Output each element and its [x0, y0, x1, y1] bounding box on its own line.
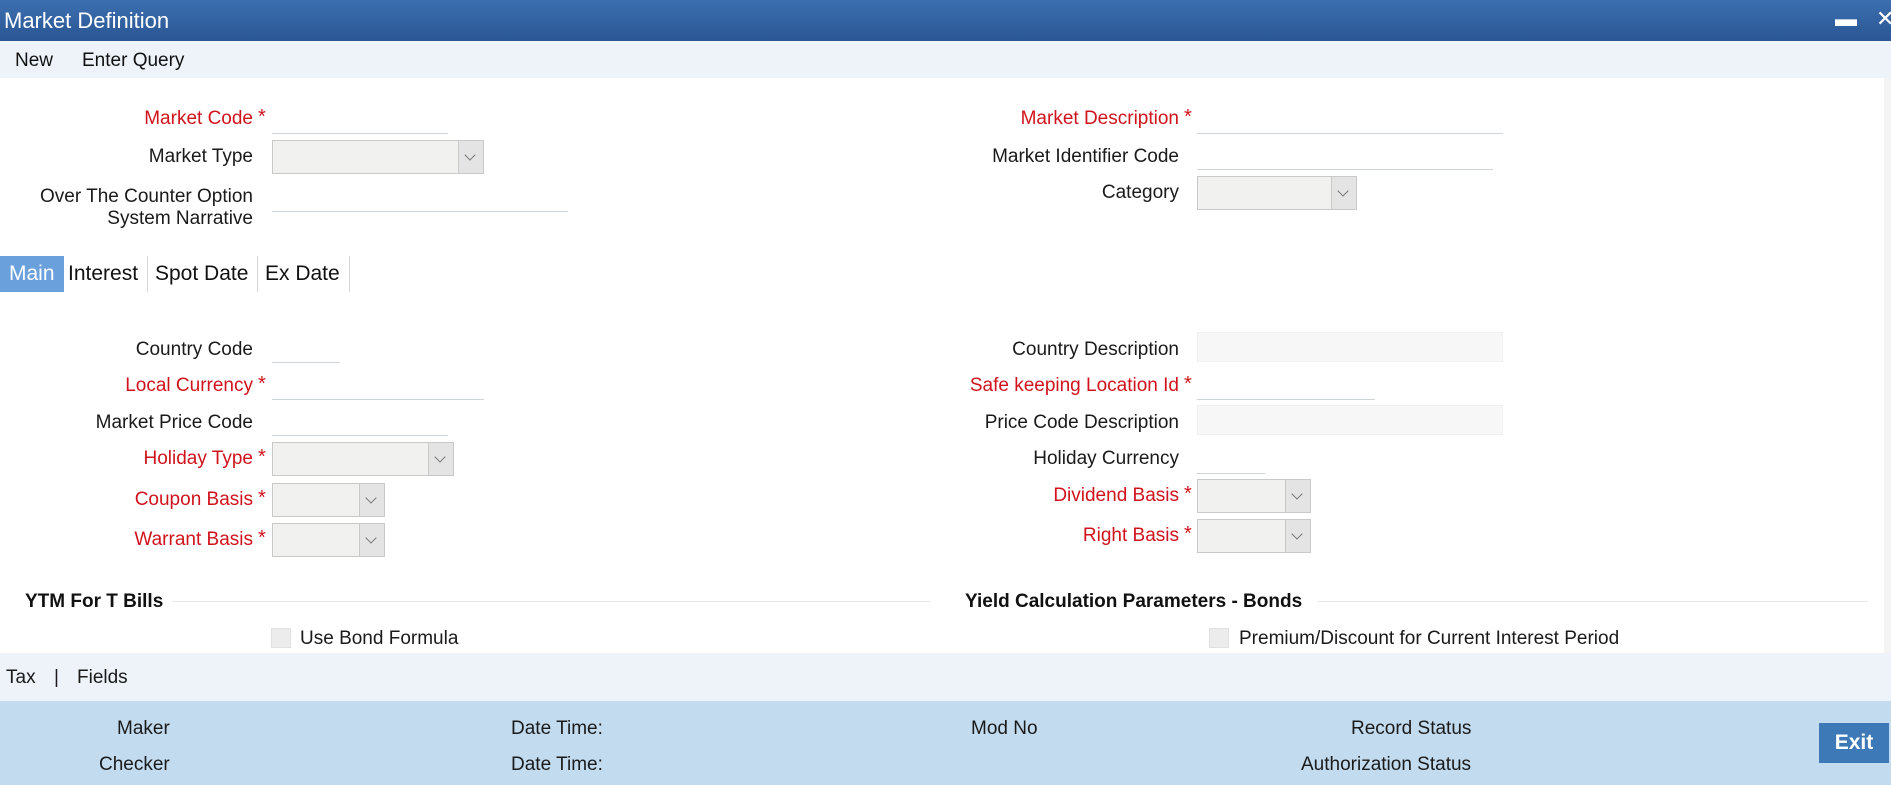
market-identifier-code-input[interactable] [1197, 142, 1493, 170]
premium-discount-checkbox[interactable] [1209, 628, 1229, 648]
holiday-currency-input[interactable] [1197, 446, 1265, 474]
tab-ex-date[interactable]: Ex Date [256, 256, 350, 292]
window-title: Market Definition [4, 8, 170, 33]
required-marker: * [258, 106, 266, 128]
mod-no-label: Mod No [971, 718, 1038, 739]
safekeeping-location-id-label: Safe keeping Location Id [969, 375, 1179, 396]
right-basis-label: Right Basis [1082, 525, 1179, 546]
holiday-type-select[interactable] [272, 442, 454, 476]
title-bar: Market Definition ▬ ✕ [0, 0, 1891, 41]
close-icon[interactable]: ✕ [1876, 6, 1891, 32]
country-code-input[interactable] [272, 335, 340, 363]
warrant-basis-label: Warrant Basis [134, 529, 253, 550]
required-marker: * [1184, 373, 1192, 395]
vertical-scrollbar[interactable] [1884, 78, 1891, 653]
audit-footer: Maker Checker Date Time: Date Time: Mod … [0, 701, 1891, 785]
minimize-icon[interactable]: ▬ [1835, 6, 1857, 32]
separator: | [54, 667, 59, 688]
local-currency-label: Local Currency [125, 375, 253, 396]
chevron-down-icon [1285, 480, 1310, 512]
required-marker: * [1184, 523, 1192, 545]
exit-button[interactable]: Exit [1819, 723, 1889, 763]
market-code-label: Market Code [144, 108, 253, 129]
maker-label: Maker [117, 718, 170, 739]
holiday-type-label: Holiday Type [143, 448, 254, 469]
record-status-label: Record Status [1351, 718, 1472, 739]
category-label: Category [1101, 182, 1179, 203]
checker-label: Checker [99, 754, 170, 775]
ytm-section-title: YTM For T Bills [25, 591, 164, 612]
market-code-input[interactable] [272, 106, 448, 134]
section-divider [172, 601, 930, 602]
coupon-basis-label: Coupon Basis [134, 489, 253, 510]
required-marker: * [258, 527, 266, 549]
market-identifier-code-label: Market Identifier Code [992, 146, 1179, 167]
chevron-down-icon [359, 524, 384, 556]
market-price-code-label: Market Price Code [95, 412, 253, 433]
chevron-down-icon [1285, 520, 1310, 552]
use-bond-formula-label: Use Bond Formula [300, 628, 459, 649]
price-code-description-field [1197, 405, 1503, 435]
fields-link[interactable]: Fields [77, 667, 128, 689]
checker-date-time-label: Date Time: [511, 754, 603, 775]
holiday-currency-label: Holiday Currency [1033, 448, 1179, 469]
otc-system-narrative-input[interactable] [272, 184, 568, 212]
yield-section-title: Yield Calculation Parameters - Bonds [965, 591, 1303, 612]
tax-link[interactable]: Tax [6, 667, 36, 689]
right-basis-select[interactable] [1197, 519, 1311, 553]
market-type-label: Market Type [148, 146, 253, 167]
required-marker: * [258, 446, 266, 468]
dividend-basis-select[interactable] [1197, 479, 1311, 513]
chevron-down-icon [359, 484, 384, 516]
local-currency-input[interactable] [272, 372, 484, 400]
required-marker: * [258, 373, 266, 395]
enter-query-button[interactable]: Enter Query [82, 50, 184, 72]
country-description-label: Country Description [1012, 339, 1179, 360]
use-bond-formula-checkbox[interactable] [271, 628, 291, 648]
premium-discount-label: Premium/Discount for Current Interest Pe… [1239, 628, 1620, 649]
section-divider [1318, 601, 1868, 602]
market-description-input[interactable] [1197, 106, 1503, 134]
market-description-label: Market Description [1020, 108, 1179, 129]
sub-toolbar: Tax | Fields [0, 653, 1891, 701]
safekeeping-location-id-input[interactable] [1197, 372, 1375, 400]
maker-date-time-label: Date Time: [511, 718, 603, 739]
tab-main[interactable]: Main [0, 256, 64, 292]
required-marker: * [1184, 106, 1192, 128]
chevron-down-icon [1331, 177, 1356, 209]
chevron-down-icon [428, 443, 453, 475]
toolbar: New Enter Query [0, 41, 1891, 78]
required-marker: * [1184, 483, 1192, 505]
market-type-select[interactable] [272, 140, 484, 174]
tab-interest[interactable]: Interest [59, 256, 149, 292]
authorization-status-label: Authorization Status [1301, 754, 1472, 775]
warrant-basis-select[interactable] [272, 523, 385, 557]
tab-spot-date[interactable]: Spot Date [146, 256, 259, 292]
otc-option-label-line1: Over The Counter Option [40, 186, 253, 207]
market-price-code-input[interactable] [272, 408, 448, 436]
country-description-field [1197, 332, 1503, 362]
new-button[interactable]: New [15, 50, 53, 72]
dividend-basis-label: Dividend Basis [1053, 485, 1179, 506]
otc-option-label-line2: System Narrative [107, 208, 253, 229]
country-code-label: Country Code [135, 339, 253, 360]
chevron-down-icon [458, 141, 483, 173]
price-code-description-label: Price Code Description [984, 412, 1179, 433]
category-select[interactable] [1197, 176, 1357, 210]
coupon-basis-select[interactable] [272, 483, 385, 517]
required-marker: * [258, 487, 266, 509]
